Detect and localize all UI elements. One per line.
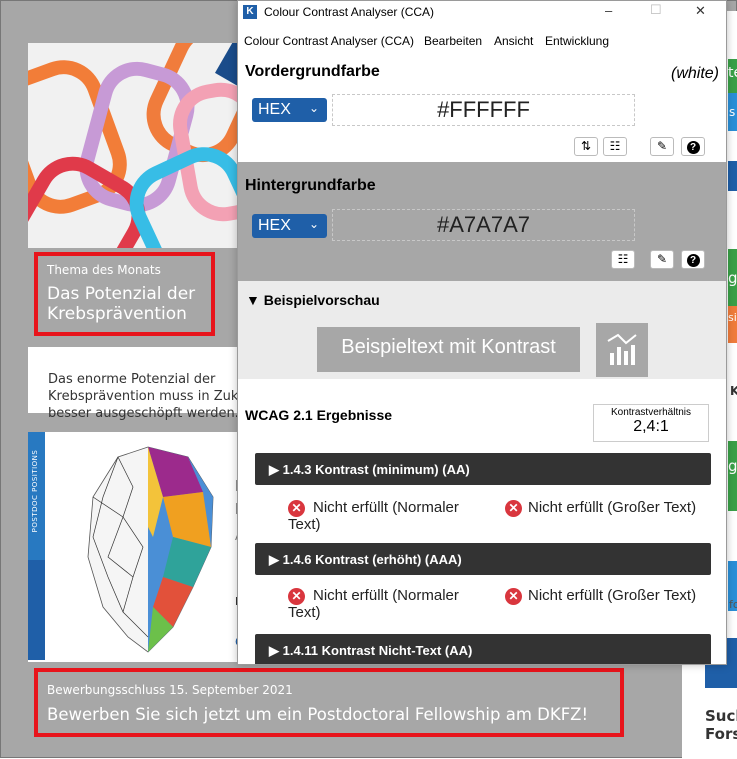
menu-ansicht[interactable]: Ansicht (494, 34, 533, 48)
postdoc-card: POSTDOC POSITIONS L E A D C (28, 432, 244, 662)
criterion-1-4-6-large-result: Nicht erfüllt (Großer Text) (528, 587, 697, 604)
help-icon: ? (686, 141, 700, 154)
close-button[interactable]: ✕ (695, 3, 706, 19)
right-fragment: fo (729, 598, 737, 611)
criterion-label: ▶ 1.4.6 Kontrast (erhöht) (AAA) (269, 552, 462, 567)
criterion-1-4-3-header[interactable]: ▶ 1.4.3 Kontrast (minimum) (AA) (255, 453, 711, 485)
right-fragment: g (728, 269, 737, 287)
search-heading: Such Fors (705, 707, 737, 743)
eyedropper-icon: ✎ (656, 139, 668, 153)
featured-body-line1: Das enorme Potenzial der (48, 372, 216, 387)
search-heading-line1: Such (705, 707, 737, 725)
bar-chart-icon (607, 333, 637, 365)
featured-title-line1: Das Potenzial der (47, 284, 196, 304)
help-icon: ? (686, 254, 700, 267)
criterion-label: ▶ 1.4.11 Kontrast Nicht-Text (AA) (269, 643, 473, 658)
foreground-sliders-button[interactable]: ☷ (603, 137, 627, 156)
window-title: Colour Contrast Analyser (CCA) (264, 5, 435, 19)
background-hex-input[interactable]: #A7A7A7 (332, 209, 635, 241)
contrast-ratio-box: Kontrastverhältnis 2,4:1 (593, 404, 709, 442)
swap-icon: ⇅ (580, 139, 592, 153)
search-heading-line2: Fors (705, 725, 737, 743)
background-heading: Hintergrundfarbe (245, 177, 376, 194)
postdoc-kicker: Bewerbungsschluss 15. September 2021 (47, 683, 293, 697)
right-fragment: s V (726, 521, 734, 547)
featured-body-text: Das enorme Potenzial der Krebsprävention… (48, 371, 239, 422)
right-fragment: g (728, 457, 737, 475)
background-section: Hintergrundfarbe HEX ⌄ #A7A7A7 ☷ ✎ ? (238, 162, 726, 281)
foreground-section: Vordergrundfarbe (white) HEX ⌄ #FFFFFF ⇅… (238, 57, 726, 162)
preview-sample-text: Beispieltext mit Kontrast (341, 336, 556, 358)
postdoc-title-link[interactable]: Bewerben Sie sich jetzt um ein Postdocto… (47, 705, 588, 724)
foreground-color-name: (white) (670, 65, 719, 82)
fail-icon: ✕ (288, 500, 305, 517)
preview-section: ▼ Beispielvorschau Beispieltext mit Kont… (238, 281, 726, 379)
sliders-icon: ☷ (617, 252, 629, 266)
background-sliders-button[interactable]: ☷ (611, 250, 635, 269)
contrast-ratio-value: 2,4:1 (633, 418, 669, 435)
highlight-box-postdoc (34, 668, 624, 737)
sliders-icon: ☷ (609, 139, 621, 153)
featured-kicker: Thema des Monats (47, 263, 161, 277)
criterion-1-4-3-large-result: Nicht erfüllt (Großer Text) (528, 499, 697, 516)
criterion-1-4-11-header[interactable]: ▶ 1.4.11 Kontrast Nicht-Text (AA) (255, 634, 711, 664)
fail-icon: ✕ (288, 588, 305, 605)
swap-colors-button[interactable]: ⇅ (574, 137, 598, 156)
background-picker-button[interactable]: ✎ (650, 250, 674, 269)
background-format-label: HEX (258, 217, 291, 234)
chevron-down-icon: ⌄ (308, 217, 319, 231)
criterion-label: ▶ 1.4.3 Kontrast (minimum) (AA) (269, 462, 470, 477)
face-illustration (87, 446, 214, 653)
criterion-1-4-6-normal-result-cont: Text) (288, 604, 321, 621)
right-fragment: s (729, 105, 736, 119)
menu-cca[interactable]: Colour Contrast Analyser (CCA) (244, 34, 414, 48)
chevron-down-icon: ⌄ (308, 101, 319, 115)
minimize-button[interactable]: – (605, 3, 612, 18)
criterion-1-4-3-normal-result-cont: Text) (288, 516, 321, 533)
preview-chart-icon (596, 323, 648, 377)
background-format-select[interactable]: HEX ⌄ (252, 214, 327, 238)
preview-heading[interactable]: ▼ Beispielvorschau (246, 292, 380, 308)
ribbon-image (28, 43, 241, 248)
criterion-1-4-6-normal-result: Nicht erfüllt (Normaler (313, 587, 459, 604)
fail-icon: ✕ (505, 588, 522, 605)
postdoc-side-label: POSTDOC POSITIONS (31, 449, 39, 533)
results-section: WCAG 2.1 Ergebnisse Kontrastverhältnis 2… (238, 379, 726, 664)
foreground-heading: Vordergrundfarbe (245, 63, 380, 80)
right-fragment: si (728, 311, 737, 324)
featured-title-line2: Krebsprävention (47, 304, 187, 324)
right-fragment: K (730, 384, 737, 398)
featured-body-line2: Krebsprävention muss in Zuk (48, 389, 239, 404)
menu-bar: Colour Contrast Analyser (CCA) Bearbeite… (238, 31, 726, 51)
featured-title-link[interactable]: Das Potenzial der Krebsprävention (47, 284, 195, 324)
right-teaser-green3 (728, 441, 737, 511)
menu-entwicklung[interactable]: Entwicklung (545, 34, 609, 48)
eyedropper-icon: ✎ (656, 252, 668, 266)
cca-titlebar[interactable]: K Colour Contrast Analyser (CCA) – ☐ ✕ (238, 1, 726, 23)
maximize-button[interactable]: ☐ (650, 2, 662, 18)
foreground-format-select[interactable]: HEX ⌄ (252, 98, 327, 122)
foreground-format-label: HEX (258, 101, 291, 118)
right-teaser-navy (728, 161, 737, 191)
right-fragment: te (728, 65, 737, 81)
results-heading: WCAG 2.1 Ergebnisse (245, 407, 393, 423)
featured-body-line3: besser ausgeschöpft werden. (48, 406, 239, 421)
criterion-1-4-6-header[interactable]: ▶ 1.4.6 Kontrast (erhöht) (AAA) (255, 543, 711, 575)
criterion-1-4-3-normal-result: Nicht erfüllt (Normaler (313, 499, 459, 516)
foreground-picker-button[interactable]: ✎ (650, 137, 674, 156)
app-logo-icon: K (243, 5, 257, 19)
background-help-button[interactable]: ? (681, 250, 705, 269)
menu-bearbeiten[interactable]: Bearbeiten (424, 34, 482, 48)
foreground-help-button[interactable]: ? (681, 137, 705, 156)
cca-window[interactable]: K Colour Contrast Analyser (CCA) – ☐ ✕ C… (237, 0, 727, 665)
foreground-hex-input[interactable]: #FFFFFF (332, 94, 635, 126)
fail-icon: ✕ (505, 500, 522, 517)
contrast-ratio-label: Kontrastverhältnis (610, 407, 692, 418)
